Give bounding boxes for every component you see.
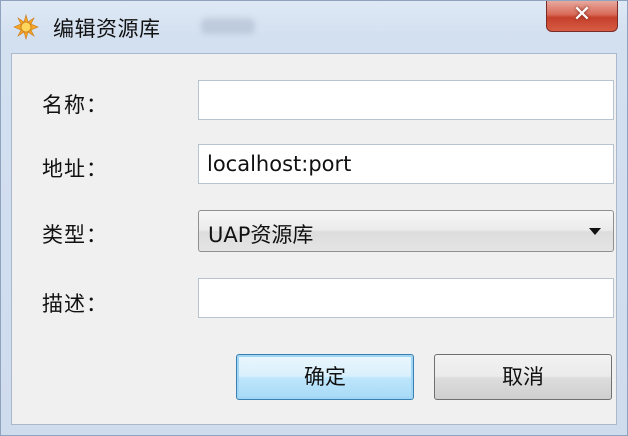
address-field[interactable] bbox=[198, 144, 614, 184]
cancel-button[interactable]: 取消 bbox=[434, 354, 612, 400]
blurred-background-text bbox=[201, 18, 255, 34]
window-title: 编辑资源库 bbox=[53, 17, 161, 41]
sun-gear-icon bbox=[13, 13, 39, 41]
type-label: 类型： bbox=[42, 223, 108, 247]
dropdown-arrow-icon[interactable] bbox=[589, 228, 601, 235]
edit-repository-dialog: 编辑资源库 ✕ 名称： 地址： 类型： UAP资源库 描述： 确定 取消 bbox=[0, 0, 628, 436]
description-label: 描述： bbox=[42, 292, 108, 316]
type-select[interactable]: UAP资源库 bbox=[198, 210, 614, 252]
close-button[interactable]: ✕ bbox=[546, 1, 618, 32]
name-field[interactable] bbox=[198, 80, 614, 120]
dialog-content: 名称： 地址： 类型： UAP资源库 描述： 确定 取消 bbox=[11, 53, 617, 425]
ok-button[interactable]: 确定 bbox=[236, 354, 414, 400]
name-label: 名称： bbox=[42, 93, 108, 117]
description-field[interactable] bbox=[198, 278, 614, 318]
address-label: 地址： bbox=[42, 157, 108, 181]
type-selected-value: UAP资源库 bbox=[208, 223, 314, 247]
close-icon: ✕ bbox=[572, 2, 592, 27]
title-bar[interactable]: 编辑资源库 ✕ bbox=[1, 1, 627, 51]
